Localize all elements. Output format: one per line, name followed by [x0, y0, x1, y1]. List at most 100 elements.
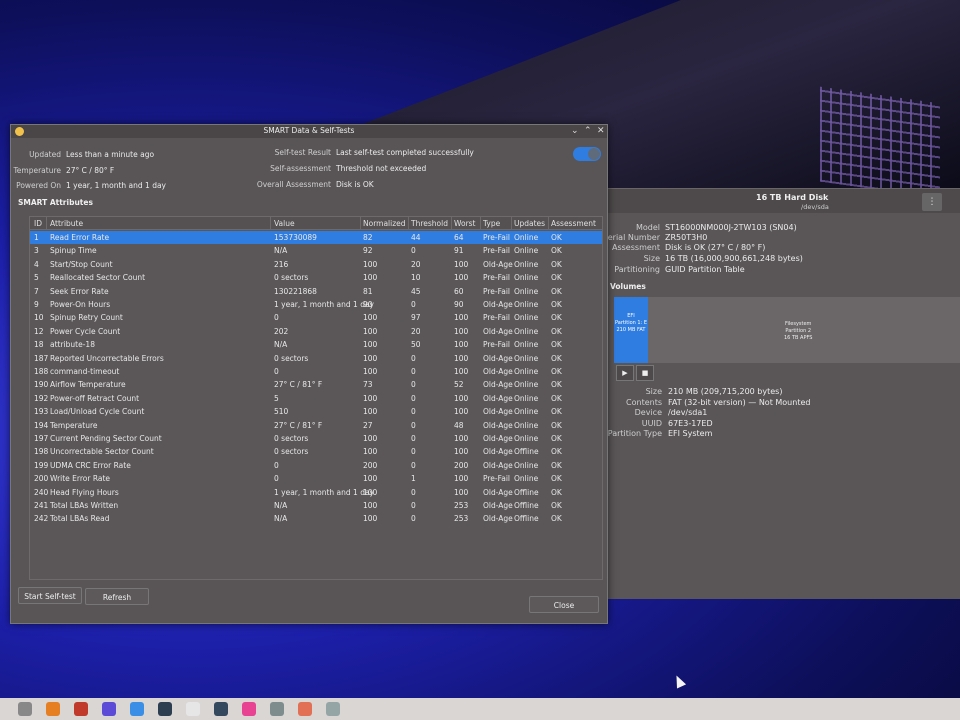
- col-id[interactable]: ID: [34, 219, 42, 228]
- table-cell: 100: [363, 367, 378, 376]
- partition-efi[interactable]: EFI Partition 1: E 210 MB FAT: [614, 297, 648, 363]
- col-worst[interactable]: Worst: [454, 219, 476, 228]
- table-row[interactable]: 193 Load/Unload Cycle Count 510 100 0 100 Old-…: [30, 405, 602, 418]
- table-cell: 241: [34, 501, 49, 510]
- table-row[interactable]: 1 Read Error Rate 153730089 82 44 64 Pre-Fail O…: [30, 231, 602, 244]
- media-icon[interactable]: [186, 702, 200, 716]
- table-row[interactable]: 7 Seek Error Rate 130221868 81 45 60 Pre-Fail O…: [30, 285, 602, 298]
- col-type[interactable]: Type: [483, 219, 500, 228]
- table-row[interactable]: 12 Power Cycle Count 202 100 20 100 Old-Age Onl…: [30, 325, 602, 338]
- table-row[interactable]: 9 Power-On Hours 1 year, 1 month and 1 day…: [30, 298, 602, 311]
- table-cell: 242: [34, 514, 49, 524]
- table-row[interactable]: 197 Current Pending Sector Count 0 sectors…: [30, 432, 602, 445]
- table-cell: 100: [454, 259, 469, 269]
- dialog-titlebar[interactable]: SMART Data & Self-Tests ⌄ ⌃ ✕: [11, 125, 607, 138]
- table-row[interactable]: 240 Head Flying Hours 1 year, 1 month and …: [30, 486, 602, 499]
- toggle-knob: [588, 148, 600, 160]
- smart-attributes-title: SMART Attributes: [18, 198, 93, 207]
- minimize-icon[interactable]: ⌄: [571, 125, 579, 137]
- stop-icon[interactable]: ■: [636, 365, 654, 381]
- maximize-icon[interactable]: ⌃: [584, 125, 592, 137]
- table-row[interactable]: 18 attribute-18 N/A 100 50 100 Pre-Fail Online O…: [30, 338, 602, 351]
- table-cell: 0: [411, 447, 416, 457]
- gift-icon[interactable]: [74, 702, 88, 716]
- col-normalized[interactable]: Normalized: [363, 219, 406, 228]
- close-button[interactable]: Close: [529, 596, 599, 613]
- table-cell: 20: [411, 259, 421, 269]
- start-selftest-button[interactable]: Start Self-test: [18, 587, 82, 604]
- grid-icon[interactable]: [270, 702, 284, 716]
- partition-label: EFI: [627, 313, 635, 319]
- table-cell: 0: [411, 514, 416, 524]
- col-attribute[interactable]: Attribute: [50, 219, 83, 228]
- table-row[interactable]: 187 Reported Uncorrectable Errors 0 sector…: [30, 352, 602, 365]
- table-cell: 0: [411, 501, 416, 510]
- smart-attributes-table[interactable]: ID Attribute Value Normalized Threshold …: [29, 216, 603, 580]
- table-cell: 0 sectors: [274, 353, 309, 363]
- table-row[interactable]: 194 Temperature 27° C / 81° F 27 0 48 Old-Age O…: [30, 419, 602, 432]
- col-assessment[interactable]: Assessment: [551, 219, 596, 228]
- table-cell: 50: [411, 340, 421, 350]
- table-row[interactable]: 242 Total LBAs Read N/A 100 0 253 Old-Age Offli…: [30, 512, 602, 525]
- settings-icon[interactable]: [18, 702, 32, 716]
- table-cell: OK: [551, 487, 562, 497]
- table-cell: 1 year, 1 month and 1 day: [274, 300, 374, 309]
- table-row[interactable]: 3 Spinup Time N/A 92 0 91 Pre-Fail Online OK: [30, 244, 602, 257]
- table-cell: Online: [514, 393, 539, 403]
- table-cell: 100: [363, 487, 378, 497]
- table-cell: Uncorrectable Sector Count: [50, 447, 154, 457]
- browser-icon[interactable]: [46, 702, 60, 716]
- col-updates[interactable]: Updates: [514, 219, 545, 228]
- calendar-icon[interactable]: [298, 702, 312, 716]
- table-cell: 130221868: [274, 286, 317, 296]
- table-row[interactable]: 188 command-timeout 0 100 0 100 Old-Age Online O…: [30, 365, 602, 378]
- table-cell: OK: [551, 407, 562, 417]
- info-icon[interactable]: [158, 702, 172, 716]
- info-key: Serial Number: [602, 233, 660, 242]
- table-cell: OK: [551, 474, 562, 484]
- table-row[interactable]: 5 Reallocated Sector Count 0 sectors 100 10 1…: [30, 271, 602, 284]
- table-row[interactable]: 4 Start/Stop Count 216 100 20 100 Old-Age Onlin…: [30, 258, 602, 271]
- table-cell: 100: [454, 393, 469, 403]
- close-icon[interactable]: ✕: [597, 125, 605, 137]
- disk-utility-titlebar[interactable]: 16 TB Hard Disk /dev/sda ⋮: [606, 189, 960, 213]
- info-key: Size: [643, 254, 660, 263]
- refresh-button[interactable]: Refresh: [85, 588, 149, 605]
- info-key: UUID: [641, 419, 662, 428]
- play-icon[interactable]: ▶: [616, 365, 634, 381]
- updated-label: Updated: [29, 150, 61, 159]
- smart-dialog[interactable]: SMART Data & Self-Tests ⌄ ⌃ ✕ Updated Le…: [10, 124, 608, 624]
- smart-toggle[interactable]: [573, 147, 601, 161]
- table-cell: 100: [363, 313, 378, 323]
- info-key: Partitioning: [614, 265, 660, 274]
- table-cell: OK: [551, 501, 562, 510]
- table-row[interactable]: 241 Total LBAs Written N/A 100 0 253 Old-Age Of…: [30, 499, 602, 512]
- table-cell: Pre-Fail: [483, 313, 511, 323]
- app-icon[interactable]: [102, 702, 116, 716]
- table-row[interactable]: 190 Airflow Temperature 27° C / 81° F 73 0 52…: [30, 378, 602, 391]
- paint-icon[interactable]: [242, 702, 256, 716]
- partition-apfs[interactable]: Filesystem Partition 2 16 TB APFS: [784, 321, 812, 342]
- table-cell: 0: [411, 420, 416, 430]
- table-cell: N/A: [274, 246, 288, 256]
- col-threshold[interactable]: Threshold: [411, 219, 448, 228]
- table-cell: 100: [454, 367, 469, 376]
- window-icon[interactable]: [326, 702, 340, 716]
- col-value[interactable]: Value: [274, 219, 295, 228]
- menu-icon[interactable]: ⋮: [922, 193, 942, 211]
- info-key: Contents: [626, 398, 662, 407]
- table-cell: 27° C / 81° F: [274, 420, 323, 430]
- table-cell: Online: [514, 353, 539, 363]
- disk-utility-window[interactable]: 16 TB Hard Disk /dev/sda ⋮ Model ST16000…: [602, 188, 960, 599]
- table-cell: Old-Age: [483, 367, 513, 376]
- table-cell: Start/Stop Count: [50, 259, 113, 269]
- table-row[interactable]: 10 Spinup Retry Count 0 100 97 100 Pre-Fail Onl…: [30, 311, 602, 324]
- files-icon[interactable]: [130, 702, 144, 716]
- table-row[interactable]: 200 Write Error Rate 0 100 1 100 Pre-Fail Onlin…: [30, 472, 602, 485]
- terminal-icon[interactable]: [214, 702, 228, 716]
- table-cell: 100: [363, 514, 378, 524]
- table-row[interactable]: 192 Power-off Retract Count 5 100 0 100 Old-Ag…: [30, 392, 602, 405]
- table-row[interactable]: 199 UDMA CRC Error Rate 0 200 0 200 Old-Age Onl…: [30, 459, 602, 472]
- table-row[interactable]: 198 Uncorrectable Sector Count 0 sectors 10…: [30, 445, 602, 458]
- table-cell: 27° C / 81° F: [274, 380, 323, 390]
